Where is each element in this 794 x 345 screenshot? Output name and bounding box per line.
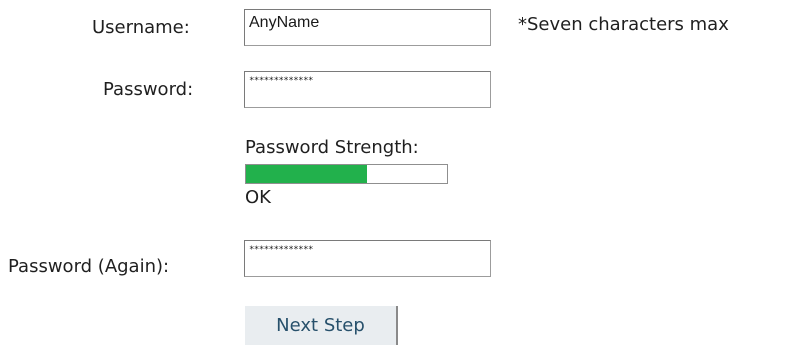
next-step-button[interactable]: Next Step <box>245 306 398 345</box>
username-note: *Seven characters max <box>518 14 729 35</box>
password-label: Password: <box>103 79 194 100</box>
password-again-input[interactable]: ************* <box>244 240 491 277</box>
password-strength-fill <box>246 165 367 183</box>
password-input[interactable]: ************* <box>244 71 491 108</box>
password-again-label: Password (Again): <box>8 256 170 277</box>
username-input[interactable]: AnyName <box>244 9 491 46</box>
password-strength-title: Password Strength: <box>245 137 419 158</box>
username-label: Username: <box>92 17 190 38</box>
password-strength-bar <box>245 164 448 184</box>
password-strength-status: OK <box>245 187 271 208</box>
